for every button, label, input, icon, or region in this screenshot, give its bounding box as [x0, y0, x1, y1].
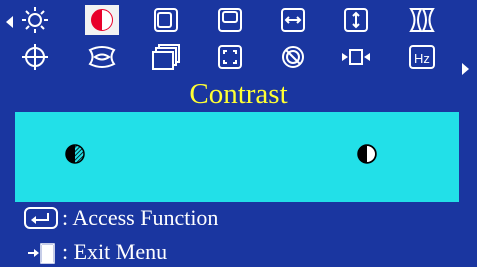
pincushion-icon[interactable]	[405, 5, 439, 35]
trapezoid-icon[interactable]	[85, 42, 119, 72]
menu-title: Contrast	[189, 78, 288, 110]
access-function-hint: : Access Function	[62, 205, 219, 230]
scroll-right-arrow[interactable]	[462, 63, 469, 75]
contrast-low-icon	[65, 144, 85, 164]
input-icon[interactable]	[339, 42, 373, 72]
contrast-high-icon	[357, 144, 377, 164]
scroll-left-arrow[interactable]	[6, 16, 13, 28]
exit-menu-hint: : Exit Menu	[62, 239, 168, 264]
rotation-icon[interactable]	[18, 42, 52, 72]
zoom-icon[interactable]	[213, 42, 247, 72]
exit-door-icon	[26, 242, 58, 264]
osd-menu: Hz Contrast : Access Function: Exit Men…	[0, 0, 477, 267]
hz-icon[interactable]: Hz	[405, 42, 439, 72]
h-position-icon[interactable]	[148, 5, 182, 35]
h-size-icon[interactable]	[276, 5, 310, 35]
v-size-icon[interactable]	[339, 5, 373, 35]
recall-icon[interactable]	[148, 42, 182, 72]
contrast-icon[interactable]	[85, 5, 119, 35]
degauss-icon[interactable]	[276, 42, 310, 72]
brightness-icon[interactable]	[18, 5, 52, 35]
enter-key-icon	[24, 207, 58, 229]
svg-text:Hz: Hz	[414, 51, 430, 66]
v-position-icon[interactable]	[213, 5, 247, 35]
